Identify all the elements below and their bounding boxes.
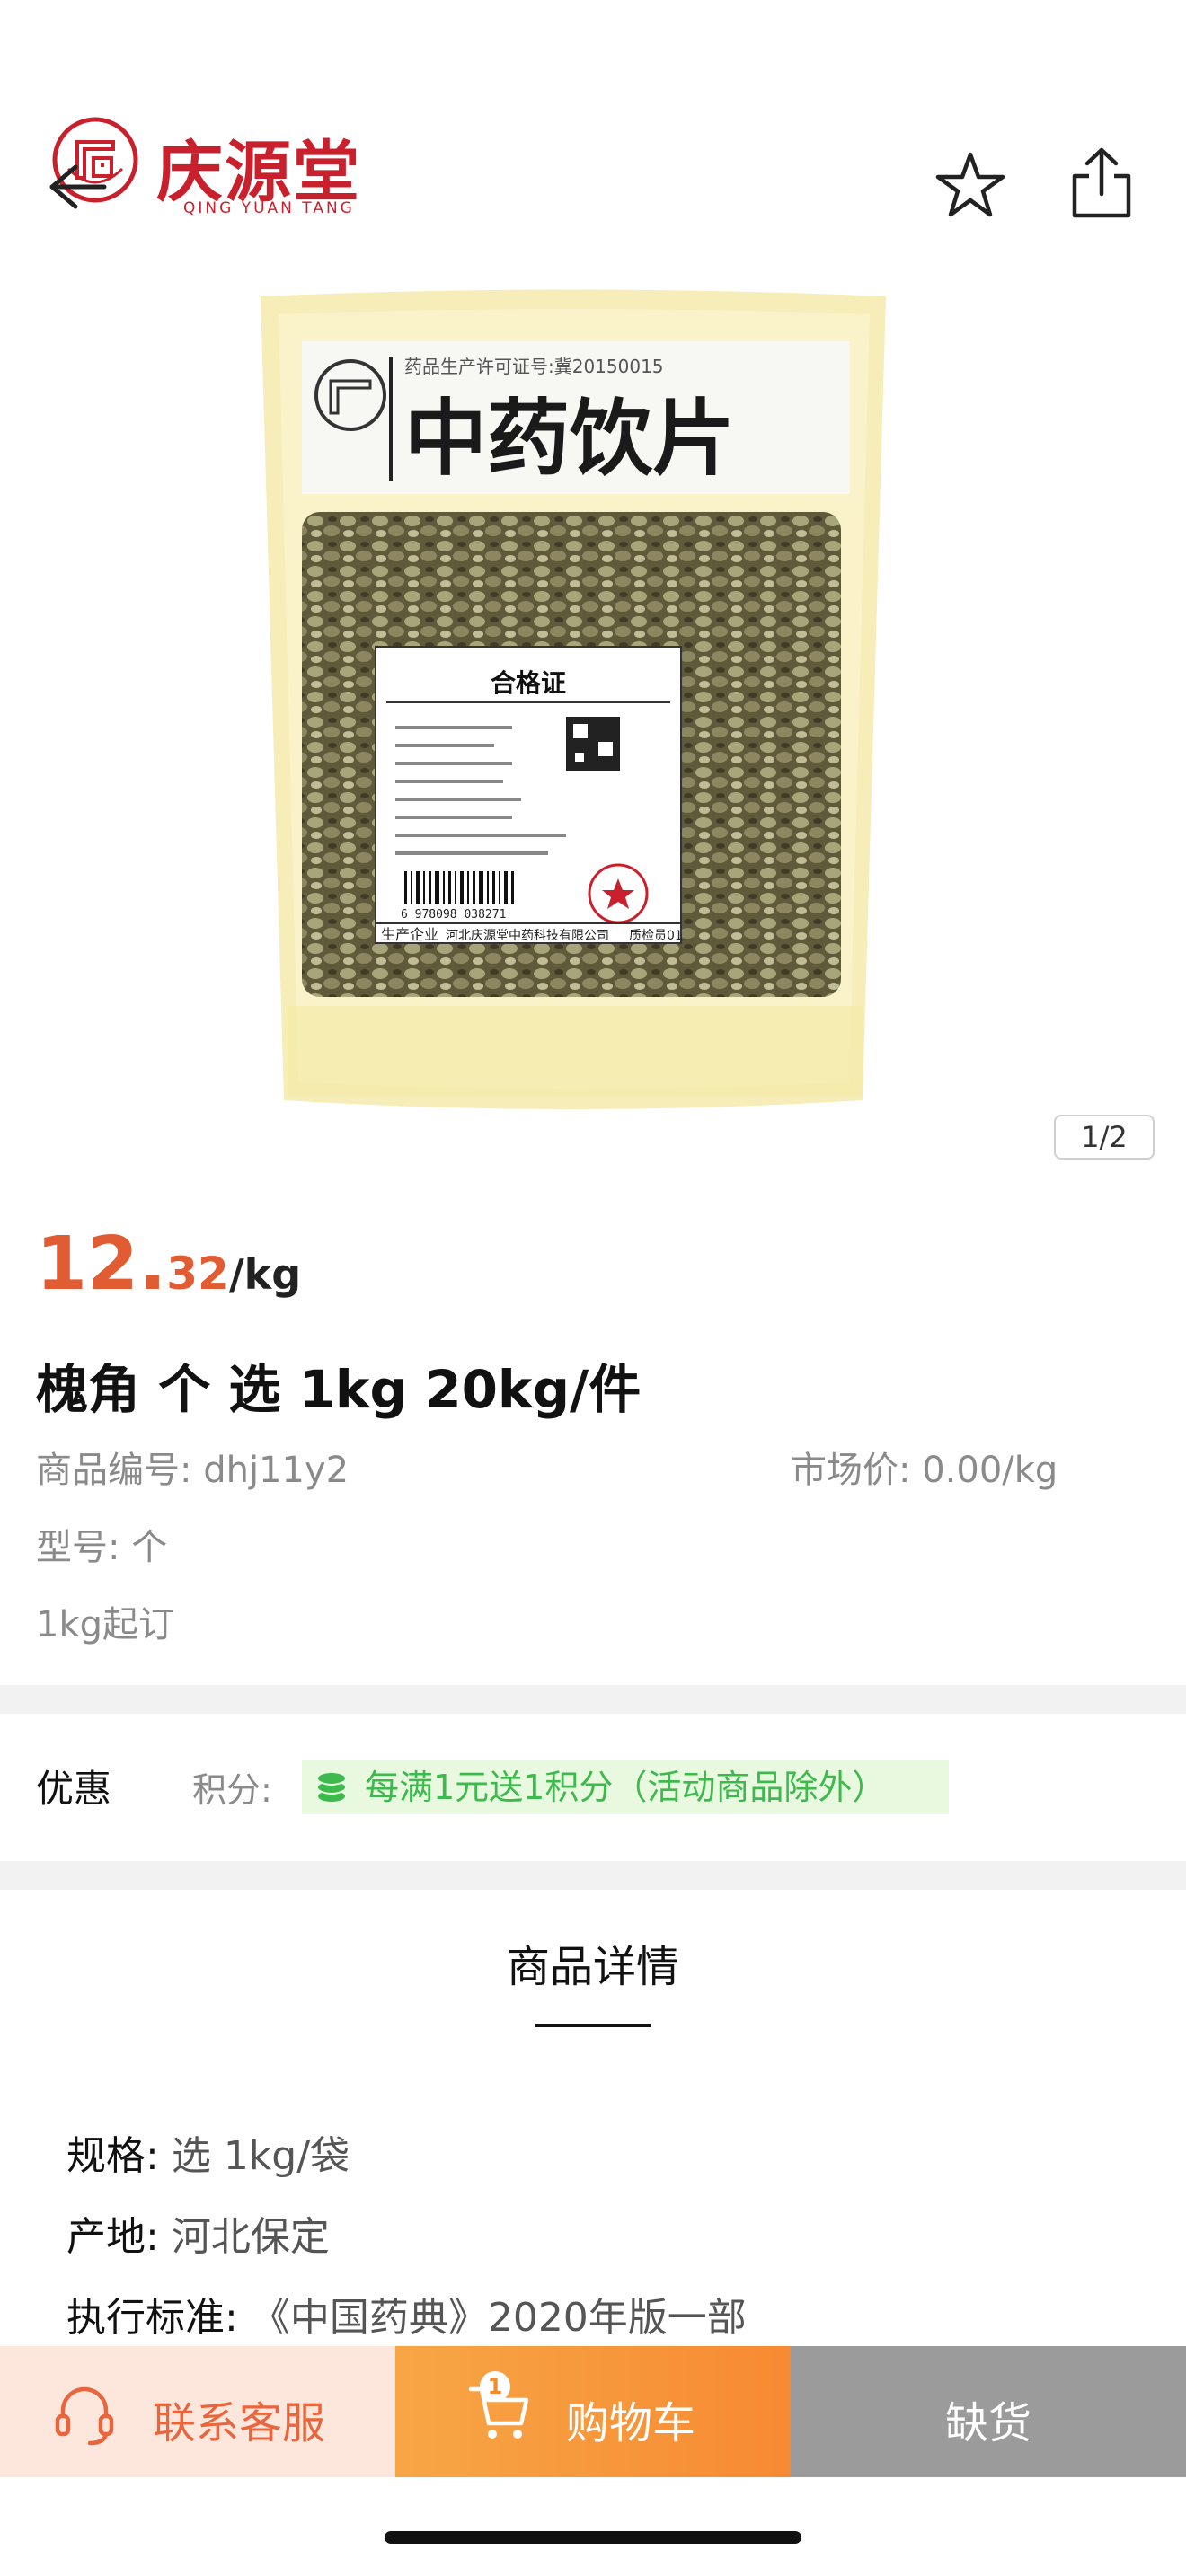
market-price-label: 市场价: bbox=[791, 1450, 911, 1491]
cart-button[interactable]: 1 购物车 bbox=[395, 2346, 791, 2477]
product-model: 型号: 个 bbox=[36, 1518, 167, 1570]
market-price: 市场价: 0.00/kg bbox=[791, 1441, 1058, 1493]
points-label: 积分: bbox=[192, 1770, 272, 1810]
product-photo: 药品生产许可证号:冀20150015 中药饮片 合格证 6 978098 038… bbox=[261, 289, 886, 1109]
section-divider bbox=[0, 1861, 1186, 1890]
points-text: 每满1元送1积分（活动商品除外） bbox=[365, 1768, 887, 1807]
back-arrow-icon[interactable] bbox=[47, 160, 110, 214]
price: 12.32/kg bbox=[36, 1222, 302, 1307]
out-of-stock-button[interactable]: 缺货 bbox=[791, 2346, 1186, 2477]
spec-row: 规格: 选 1kg/袋 bbox=[66, 2123, 350, 2181]
product-code-value: dhj11y2 bbox=[203, 1450, 350, 1491]
product-image-carousel[interactable]: 药品生产许可证号:冀20150015 中药饮片 合格证 6 978098 038… bbox=[0, 269, 1186, 1168]
spec-value: 《中国药典》2020年版一部 bbox=[250, 2295, 747, 2341]
spec-row: 产地: 河北保定 bbox=[66, 2204, 330, 2262]
product-title: 槐角 个 选 1kg 20kg/件 bbox=[36, 1359, 642, 1420]
coin-stack-icon bbox=[317, 1773, 346, 1802]
spec-label: 产地: bbox=[66, 2214, 159, 2260]
spec-value: 河北保定 bbox=[171, 2214, 330, 2260]
model-label: 型号: bbox=[36, 1527, 120, 1568]
packaging-heading: 中药饮片 bbox=[404, 391, 735, 487]
brand-subtitle: QING YUAN TANG bbox=[183, 199, 355, 217]
product-code-label: 商品编号: bbox=[36, 1450, 192, 1491]
home-indicator[interactable] bbox=[385, 2531, 801, 2544]
price-unit: /kg bbox=[228, 1250, 302, 1299]
spec-label: 执行标准: bbox=[66, 2295, 238, 2341]
license-text: 药品生产许可证号:冀20150015 bbox=[404, 356, 664, 377]
bottom-action-bar: 联系客服 1 购物车 缺货 bbox=[0, 2346, 1186, 2477]
spec-value: 选 1kg/袋 bbox=[171, 2133, 350, 2179]
detail-heading: 商品详情 bbox=[506, 1942, 679, 1992]
price-decimal: 32 bbox=[166, 1248, 229, 1300]
promotion-label: 优惠 bbox=[36, 1767, 112, 1811]
certificate-footer-mid: 河北庆源堂中药科技有限公司 bbox=[446, 929, 609, 943]
share-icon[interactable] bbox=[1066, 146, 1137, 221]
certificate-footer-left: 生产企业 bbox=[381, 926, 438, 943]
customer-service-label: 联系客服 bbox=[153, 2398, 326, 2448]
model-value: 个 bbox=[131, 1527, 168, 1568]
spec-row: 执行标准: 《中国药典》2020年版一部 bbox=[66, 2285, 747, 2342]
detail-heading-underline bbox=[535, 2024, 651, 2027]
cart-count-badge: 1 bbox=[480, 2371, 510, 2402]
top-nav-bar: 庆源堂 QING YUAN TANG bbox=[0, 90, 1186, 218]
customer-service-button[interactable]: 联系客服 bbox=[0, 2346, 395, 2477]
certificate-footer-right: 质检员01 bbox=[629, 929, 683, 943]
spec-label: 规格: bbox=[66, 2133, 159, 2179]
out-of-stock-label: 缺货 bbox=[944, 2398, 1031, 2448]
headset-icon bbox=[55, 2386, 114, 2446]
market-price-value: 0.00/kg bbox=[922, 1450, 1058, 1491]
section-divider bbox=[0, 1685, 1186, 1714]
cart-label: 购物车 bbox=[566, 2398, 696, 2448]
min-order: 1kg起订 bbox=[36, 1604, 175, 1645]
barcode-number: 6 978098 038271 bbox=[401, 908, 506, 922]
product-code: 商品编号: dhj11y2 bbox=[36, 1441, 349, 1493]
points-chip: 每满1元送1积分（活动商品除外） bbox=[302, 1760, 949, 1814]
certificate-title: 合格证 bbox=[491, 668, 566, 698]
favorite-star-icon[interactable] bbox=[934, 149, 1006, 221]
price-integer: 12. bbox=[36, 1222, 167, 1307]
image-page-indicator: 1/2 bbox=[1054, 1115, 1155, 1160]
